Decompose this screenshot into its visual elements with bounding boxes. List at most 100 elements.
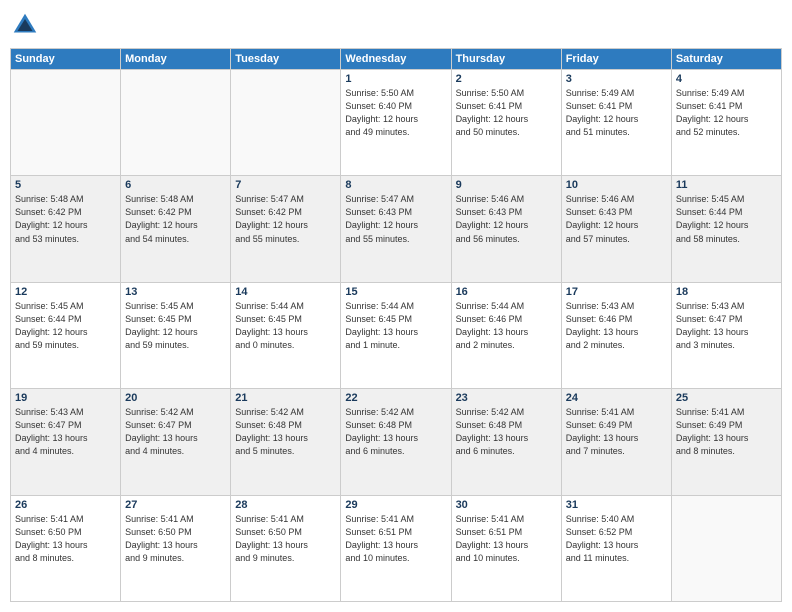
page: SundayMondayTuesdayWednesdayThursdayFrid… (0, 0, 792, 612)
day-info: Sunrise: 5:50 AM Sunset: 6:40 PM Dayligh… (345, 87, 446, 139)
day-info: Sunrise: 5:47 AM Sunset: 6:43 PM Dayligh… (345, 193, 446, 245)
day-number: 4 (676, 73, 777, 85)
day-info: Sunrise: 5:43 AM Sunset: 6:47 PM Dayligh… (676, 300, 777, 352)
day-number: 15 (345, 286, 446, 298)
day-cell: 16Sunrise: 5:44 AM Sunset: 6:46 PM Dayli… (451, 282, 561, 388)
day-number: 18 (676, 286, 777, 298)
day-info: Sunrise: 5:41 AM Sunset: 6:51 PM Dayligh… (345, 513, 446, 565)
day-cell: 29 Sunrise: 5:41 AM Sunset: 6:51 PM Dayli… (341, 495, 451, 601)
day-number: 21 (235, 392, 336, 404)
day-cell: 5 Sunrise: 5:48 AM Sunset: 6:42 PM Daylig… (11, 176, 121, 282)
day-info: Sunrise: 5:45 AM Sunset: 6:45 PM Dayligh… (125, 300, 226, 352)
day-info: Sunrise: 5:48 AM Sunset: 6:42 PM Dayligh… (125, 193, 226, 245)
day-cell: 9 Sunrise: 5:46 AM Sunset: 6:43 PM Daylig… (451, 176, 561, 282)
day-number: 30 (456, 499, 557, 511)
day-cell: 13 Sunrise: 5:45 AM Sunset: 6:45 PM Dayli… (121, 282, 231, 388)
day-cell: 31 Sunrise: 5:40 AM Sunset: 6:52 PM Dayli… (561, 495, 671, 601)
day-cell (11, 70, 121, 176)
day-number: 10 (566, 179, 667, 191)
header-cell-saturday: Saturday (671, 49, 781, 70)
week-row-3: 12 Sunrise: 5:45 AM Sunset: 6:44 PM Dayli… (11, 282, 782, 388)
day-number: 11 (676, 179, 777, 191)
day-number: 24 (566, 392, 667, 404)
week-row-4: 19Sunrise: 5:43 AM Sunset: 6:47 PM Dayli… (11, 389, 782, 495)
day-info: Sunrise: 5:41 AM Sunset: 6:50 PM Dayligh… (235, 513, 336, 565)
day-info: Sunrise: 5:46 AM Sunset: 6:43 PM Dayligh… (456, 193, 557, 245)
day-cell: 18 Sunrise: 5:43 AM Sunset: 6:47 PM Dayli… (671, 282, 781, 388)
day-cell: 26 Sunrise: 5:41 AM Sunset: 6:50 PM Dayli… (11, 495, 121, 601)
day-info: Sunrise: 5:43 AM Sunset: 6:47 PM Dayligh… (15, 406, 116, 458)
day-number: 23 (456, 392, 557, 404)
day-cell: 6 Sunrise: 5:48 AM Sunset: 6:42 PM Daylig… (121, 176, 231, 282)
day-number: 26 (15, 499, 116, 511)
day-cell: 19Sunrise: 5:43 AM Sunset: 6:47 PM Dayli… (11, 389, 121, 495)
day-number: 27 (125, 499, 226, 511)
day-cell: 25 Sunrise: 5:41 AM Sunset: 6:49 PM Dayli… (671, 389, 781, 495)
day-info: Sunrise: 5:45 AM Sunset: 6:44 PM Dayligh… (15, 300, 116, 352)
day-info: Sunrise: 5:41 AM Sunset: 6:49 PM Dayligh… (676, 406, 777, 458)
day-number: 14 (235, 286, 336, 298)
day-cell: 22 Sunrise: 5:42 AM Sunset: 6:48 PM Dayli… (341, 389, 451, 495)
day-info: Sunrise: 5:41 AM Sunset: 6:49 PM Dayligh… (566, 406, 667, 458)
day-info: Sunrise: 5:41 AM Sunset: 6:50 PM Dayligh… (15, 513, 116, 565)
day-info: Sunrise: 5:42 AM Sunset: 6:48 PM Dayligh… (456, 406, 557, 458)
day-number: 9 (456, 179, 557, 191)
day-info: Sunrise: 5:48 AM Sunset: 6:42 PM Dayligh… (15, 193, 116, 245)
day-cell: 28 Sunrise: 5:41 AM Sunset: 6:50 PM Dayli… (231, 495, 341, 601)
day-info: Sunrise: 5:45 AM Sunset: 6:44 PM Dayligh… (676, 193, 777, 245)
day-cell: 11 Sunrise: 5:45 AM Sunset: 6:44 PM Dayli… (671, 176, 781, 282)
week-row-1: 1 Sunrise: 5:50 AM Sunset: 6:40 PM Daylig… (11, 70, 782, 176)
week-row-5: 26 Sunrise: 5:41 AM Sunset: 6:50 PM Dayli… (11, 495, 782, 601)
day-cell: 15Sunrise: 5:44 AM Sunset: 6:45 PM Dayli… (341, 282, 451, 388)
day-cell: 7Sunrise: 5:47 AM Sunset: 6:42 PM Daylig… (231, 176, 341, 282)
day-number: 31 (566, 499, 667, 511)
day-cell: 8 Sunrise: 5:47 AM Sunset: 6:43 PM Daylig… (341, 176, 451, 282)
day-number: 25 (676, 392, 777, 404)
day-cell: 4 Sunrise: 5:49 AM Sunset: 6:41 PM Daylig… (671, 70, 781, 176)
header-row: SundayMondayTuesdayWednesdayThursdayFrid… (11, 49, 782, 70)
header-cell-sunday: Sunday (11, 49, 121, 70)
header-cell-friday: Friday (561, 49, 671, 70)
day-number: 3 (566, 73, 667, 85)
day-cell: 27 Sunrise: 5:41 AM Sunset: 6:50 PM Dayli… (121, 495, 231, 601)
day-cell: 10 Sunrise: 5:46 AM Sunset: 6:43 PM Dayli… (561, 176, 671, 282)
day-cell (231, 70, 341, 176)
day-cell: 20 Sunrise: 5:42 AM Sunset: 6:47 PM Dayli… (121, 389, 231, 495)
day-info: Sunrise: 5:42 AM Sunset: 6:48 PM Dayligh… (345, 406, 446, 458)
day-info: Sunrise: 5:49 AM Sunset: 6:41 PM Dayligh… (566, 87, 667, 139)
day-info: Sunrise: 5:42 AM Sunset: 6:48 PM Dayligh… (235, 406, 336, 458)
day-info: Sunrise: 5:41 AM Sunset: 6:51 PM Dayligh… (456, 513, 557, 565)
day-number: 28 (235, 499, 336, 511)
day-info: Sunrise: 5:44 AM Sunset: 6:45 PM Dayligh… (235, 300, 336, 352)
calendar-table: SundayMondayTuesdayWednesdayThursdayFrid… (10, 48, 782, 602)
header-cell-thursday: Thursday (451, 49, 561, 70)
day-info: Sunrise: 5:49 AM Sunset: 6:41 PM Dayligh… (676, 87, 777, 139)
day-info: Sunrise: 5:43 AM Sunset: 6:46 PM Dayligh… (566, 300, 667, 352)
day-info: Sunrise: 5:40 AM Sunset: 6:52 PM Dayligh… (566, 513, 667, 565)
week-row-2: 5 Sunrise: 5:48 AM Sunset: 6:42 PM Daylig… (11, 176, 782, 282)
day-number: 5 (15, 179, 116, 191)
day-number: 6 (125, 179, 226, 191)
day-cell (121, 70, 231, 176)
day-info: Sunrise: 5:44 AM Sunset: 6:46 PM Dayligh… (456, 300, 557, 352)
day-number: 8 (345, 179, 446, 191)
day-info: Sunrise: 5:46 AM Sunset: 6:43 PM Dayligh… (566, 193, 667, 245)
day-cell: 24 Sunrise: 5:41 AM Sunset: 6:49 PM Dayli… (561, 389, 671, 495)
day-number: 17 (566, 286, 667, 298)
day-cell: 17 Sunrise: 5:43 AM Sunset: 6:46 PM Dayli… (561, 282, 671, 388)
day-number: 2 (456, 73, 557, 85)
day-cell: 12 Sunrise: 5:45 AM Sunset: 6:44 PM Dayli… (11, 282, 121, 388)
day-number: 1 (345, 73, 446, 85)
day-number: 22 (345, 392, 446, 404)
day-cell: 30 Sunrise: 5:41 AM Sunset: 6:51 PM Dayli… (451, 495, 561, 601)
day-number: 20 (125, 392, 226, 404)
day-info: Sunrise: 5:42 AM Sunset: 6:47 PM Dayligh… (125, 406, 226, 458)
day-cell: 3 Sunrise: 5:49 AM Sunset: 6:41 PM Daylig… (561, 70, 671, 176)
day-cell (671, 495, 781, 601)
day-number: 12 (15, 286, 116, 298)
day-number: 13 (125, 286, 226, 298)
day-info: Sunrise: 5:50 AM Sunset: 6:41 PM Dayligh… (456, 87, 557, 139)
logo (10, 10, 44, 40)
day-number: 29 (345, 499, 446, 511)
day-info: Sunrise: 5:41 AM Sunset: 6:50 PM Dayligh… (125, 513, 226, 565)
